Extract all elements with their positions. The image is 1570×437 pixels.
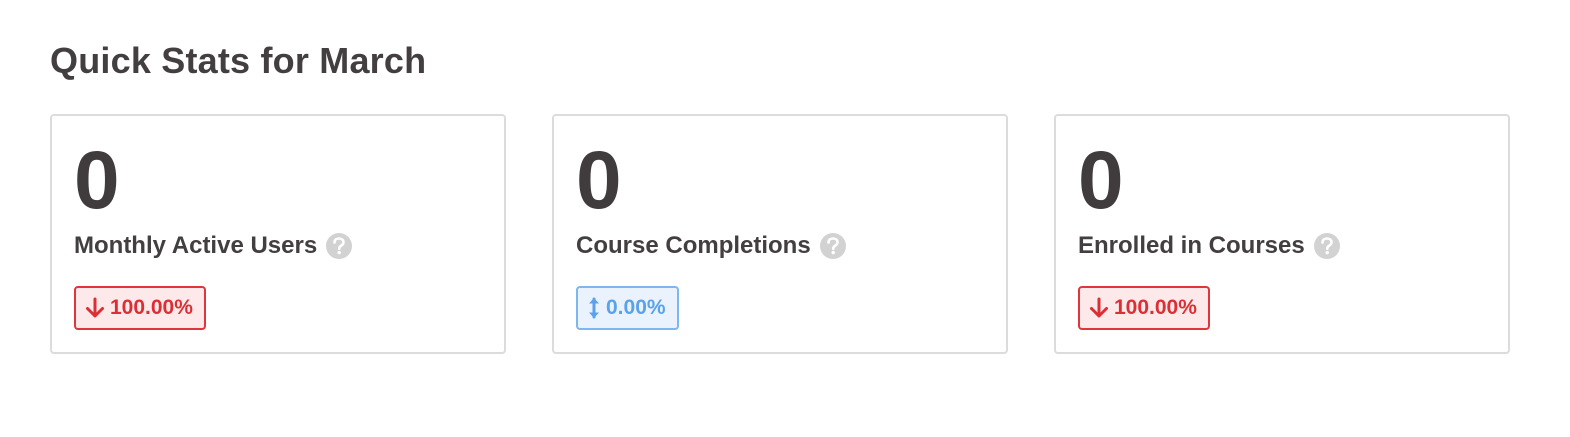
- stat-card-course-completions: 0 Course Completions 0.00%: [552, 114, 1008, 354]
- stat-label-row: Course Completions: [576, 232, 846, 260]
- change-badge: 0.00%: [576, 286, 679, 330]
- change-value: 0.00%: [606, 296, 666, 319]
- stat-card-enrolled-in-courses: 0 Enrolled in Courses 100.00%: [1054, 114, 1510, 354]
- stat-value: 0: [1078, 135, 1124, 226]
- quick-stats-page: Quick Stats for March 0 Monthly Active U…: [0, 0, 1570, 437]
- change-value: 100.00%: [110, 296, 193, 319]
- stat-value: 0: [74, 135, 120, 226]
- arrow-down-icon: [1089, 297, 1109, 319]
- change-badge: 100.00%: [74, 286, 206, 330]
- stat-label-row: Enrolled in Courses: [1078, 232, 1340, 260]
- stat-card-monthly-active-users: 0 Monthly Active Users 100.00%: [50, 114, 506, 354]
- change-badge: 100.00%: [1078, 286, 1210, 330]
- stat-label-row: Monthly Active Users: [74, 232, 353, 260]
- stat-value: 0: [576, 135, 622, 226]
- question-circle-icon[interactable]: [1313, 233, 1340, 259]
- arrows-vertical-icon: [587, 296, 601, 320]
- stat-label: Enrolled in Courses: [1078, 232, 1305, 259]
- change-value: 100.00%: [1114, 296, 1197, 319]
- stats-cards: 0 Monthly Active Users 100.00% 0 Course …: [50, 114, 1510, 354]
- stat-label: Course Completions: [576, 232, 811, 259]
- stat-label: Monthly Active Users: [74, 232, 318, 259]
- arrow-down-icon: [85, 297, 105, 319]
- question-circle-icon[interactable]: [819, 233, 846, 259]
- question-circle-icon[interactable]: [326, 233, 353, 259]
- page-title: Quick Stats for March: [50, 40, 427, 81]
